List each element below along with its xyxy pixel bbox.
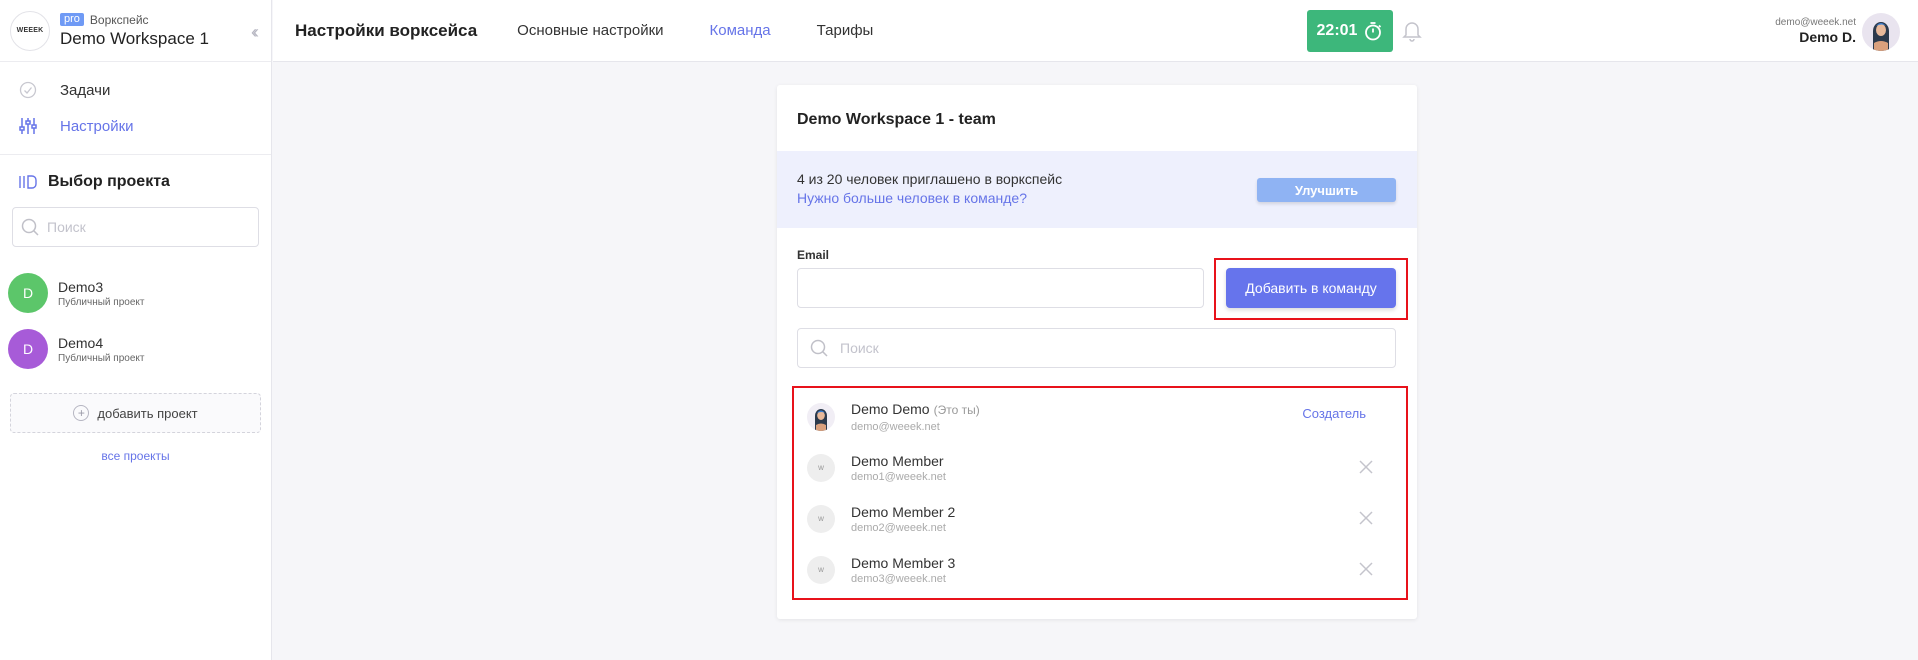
upgrade-button[interactable]: Улучшить [1257, 178, 1396, 202]
email-field[interactable] [797, 268, 1204, 308]
project-name: Demo3 [58, 278, 104, 295]
tab-tariffs[interactable]: Тарифы [817, 22, 874, 39]
close-icon[interactable] [1358, 459, 1374, 480]
list-item[interactable]: D Demo4 Публичный проект [0, 321, 271, 377]
search-icon [21, 218, 39, 236]
tasks-check-icon [18, 80, 38, 100]
all-projects-link[interactable]: все проекты [0, 449, 271, 463]
member-name: Demo Demo [851, 400, 930, 417]
add-project-button[interactable]: + добавить проект [10, 393, 261, 433]
project-title-text: Выбор проекта [48, 173, 170, 190]
bell-icon[interactable] [1402, 20, 1422, 47]
member-email: demo3@weeek.net [851, 572, 946, 585]
add-project-label: добавить проект [97, 405, 198, 421]
user-name: Demo D. [1799, 29, 1856, 45]
user-email: demo@weeek.net [1775, 17, 1856, 28]
user-menu[interactable]: demo@weeek.net Demo D. [1775, 17, 1856, 45]
member-search-input[interactable] [840, 340, 1340, 356]
member-list: Demo Demo (Это ты) demo@weeek.net Создате… [797, 391, 1396, 595]
member-search[interactable] [797, 328, 1396, 368]
workspace-logo: WEEEK [10, 10, 50, 51]
collapse-sidebar-icon[interactable]: ‹‹ [251, 22, 259, 43]
project-avatar: D [8, 329, 48, 369]
sliders-icon [18, 116, 38, 136]
table-row: w Demo Member 3 demo3@weeek.net [797, 544, 1396, 595]
team-title: Demo Workspace 1 - team [797, 111, 996, 128]
role-badge: Создатель [1302, 406, 1366, 421]
stopwatch-icon [1365, 22, 1382, 41]
table-row: w Demo Member demo1@weeek.net [797, 442, 1396, 493]
project-board-icon [18, 174, 38, 190]
list-item[interactable]: D Demo3 Публичный проект [0, 265, 271, 321]
table-row: Demo Demo (Это ты) demo@weeek.net Создате… [797, 391, 1396, 442]
sidebar-item-label: Настройки [60, 117, 134, 135]
project-search-input[interactable] [47, 219, 247, 235]
member-name: Demo Member 3 [851, 554, 956, 571]
workspace-name: Demo Workspace 1 [60, 28, 209, 48]
avatar: w [807, 504, 835, 533]
workspace-info: pro Воркспейс Demo Workspace 1 [60, 13, 209, 49]
sidebar-nav: Задачи Настройки [0, 62, 271, 155]
table-row: w Demo Member 2 demo2@weeek.net [797, 493, 1396, 544]
need-more-people-link[interactable]: Нужно больше человек в команде? [797, 190, 1027, 206]
member-name: Demo Member 2 [851, 503, 956, 520]
project-subtitle: Публичный проект [58, 352, 145, 364]
search-icon [810, 339, 828, 357]
member-name: Demo Member [851, 452, 944, 469]
plus-circle-icon: + [73, 405, 90, 421]
top-bar: Настройки ворксейса Основные настройки К… [273, 0, 1918, 62]
tab-team[interactable]: Команда [710, 22, 771, 39]
project-subtitle: Публичный проект [58, 296, 145, 308]
sidebar-item-settings[interactable]: Настройки [0, 108, 271, 144]
workspace-logo-text: WEEEK [16, 27, 44, 34]
workspace-header[interactable]: WEEEK pro Воркспейс Demo Workspace 1 ‹‹ [0, 0, 271, 62]
avatar: w [807, 555, 835, 584]
member-email: demo1@weeek.net [851, 470, 946, 483]
settings-tabs: Основные настройки Команда Тарифы [517, 22, 919, 39]
avatar: w [807, 453, 835, 482]
sidebar: WEEEK pro Воркспейс Demo Workspace 1 ‹‹ … [0, 0, 272, 660]
avatar [807, 402, 835, 431]
project-name: Demo4 [58, 334, 104, 351]
member-email: demo2@weeek.net [851, 521, 946, 534]
page-title: Настройки ворксейса [295, 20, 478, 40]
team-card: Demo Workspace 1 - team 4 из 20 человек … [777, 85, 1417, 619]
close-icon[interactable] [1358, 510, 1374, 531]
sidebar-item-label: Задачи [60, 81, 111, 99]
you-label: (Это ты) [933, 402, 980, 417]
tab-general-settings[interactable]: Основные настройки [517, 22, 663, 39]
timer-value: 22:01 [1316, 22, 1358, 39]
timer-button[interactable]: 22:01 [1307, 10, 1393, 52]
avatar[interactable] [1862, 13, 1900, 51]
plan-badge: pro [60, 13, 84, 26]
sidebar-item-tasks[interactable]: Задачи [0, 72, 271, 108]
close-icon[interactable] [1358, 561, 1374, 582]
project-search[interactable] [12, 207, 259, 247]
workspace-label: Воркспейс [89, 12, 149, 27]
invite-info-banner: 4 из 20 человек приглашено в воркспейс Н… [777, 151, 1417, 228]
member-email: demo@weeek.net [851, 420, 940, 433]
project-avatar: D [8, 273, 48, 313]
email-label: Email [797, 248, 830, 262]
project-section-title: Выбор проекта [0, 155, 271, 191]
invite-count-text: 4 из 20 человек приглашено в воркспейс [797, 171, 1063, 187]
add-to-team-button[interactable]: Добавить в команду [1226, 268, 1396, 308]
project-list: D Demo3 Публичный проект D Demo4 Публичн… [0, 265, 271, 377]
